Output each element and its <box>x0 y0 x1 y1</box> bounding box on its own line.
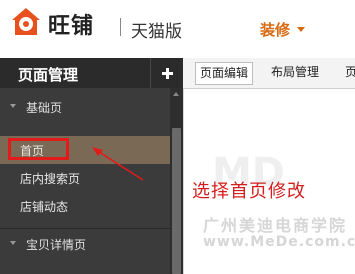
sidebar-group-basic[interactable]: 基础页 <box>0 92 170 122</box>
annotation-text: 选择首页修改 <box>192 181 306 202</box>
tab-page-edit[interactable]: 页面编辑 <box>195 62 254 85</box>
sidebar-title: 页面管理 <box>18 66 79 84</box>
tab-layout-manage[interactable]: 布局管理 <box>267 62 323 83</box>
scroll-up-arrow-icon[interactable] <box>173 92 179 96</box>
sidebar-header: 页面管理 <box>0 58 183 88</box>
sidebar-item-label: 店铺动态 <box>20 200 69 214</box>
edition-label: 天猫版 <box>131 22 182 42</box>
chevron-down-icon[interactable] <box>297 27 305 32</box>
sidebar-item-label: 店内搜索页 <box>20 172 81 186</box>
watermark-url: www.MeDe.com.cn <box>203 234 355 250</box>
sidebar-group-label: 基础页 <box>26 101 63 115</box>
tab-page-more[interactable]: 页 <box>341 62 355 83</box>
collapse-triangle-icon[interactable] <box>10 241 16 245</box>
decorate-menu-button[interactable]: 装修 <box>260 19 290 40</box>
collapse-triangle-icon[interactable] <box>10 104 16 108</box>
brand-name: 旺铺 <box>48 14 95 39</box>
top-header: 旺铺 天猫版 装修 <box>0 0 355 58</box>
scrollbar-thumb[interactable] <box>172 128 181 274</box>
sidebar-group-label: 宝贝详情页 <box>26 238 87 252</box>
watermark-text: 广州美迪电商学院 <box>203 216 348 235</box>
header-divider <box>120 18 121 36</box>
sidebar-item-store-news[interactable]: 店铺动态 <box>0 192 170 220</box>
add-page-plus-icon[interactable] <box>150 58 184 88</box>
shop-logo-icon <box>12 8 40 35</box>
content-divider <box>183 58 184 274</box>
sidebar-scrollbar[interactable] <box>170 88 183 274</box>
highlight-box <box>8 138 69 160</box>
tab-bar: 页面编辑 布局管理 页 <box>183 58 355 89</box>
annotation-arrow-icon <box>92 147 144 181</box>
sidebar-group-item-detail[interactable]: 宝贝详情页 <box>0 228 170 259</box>
